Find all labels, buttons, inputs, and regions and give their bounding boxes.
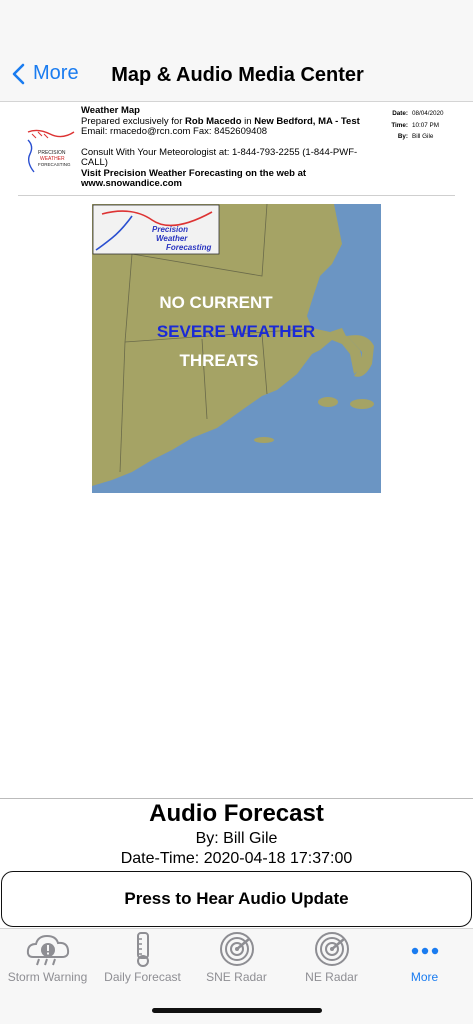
visit-line: Visit Precision Weather Forecasting on t… — [81, 167, 307, 189]
play-audio-button[interactable]: Press to Hear Audio Update — [1, 871, 472, 927]
map-message-line-2: SEVERE WEATHER — [157, 322, 315, 341]
tab-ne-radar-label: NE Radar — [305, 970, 358, 984]
audio-divider — [0, 798, 473, 799]
map-message-line-3: THREATS — [179, 351, 258, 370]
tab-storm-warning[interactable]: Storm Warning — [0, 931, 95, 987]
map-logo-text-1: Precision — [152, 225, 188, 234]
tab-daily-forecast[interactable]: Daily Forecast — [95, 931, 190, 987]
audio-datetime: Date-Time: 2020-04-18 17:37:00 — [120, 850, 353, 867]
tab-sne-radar[interactable]: SNE Radar — [189, 931, 284, 987]
tab-ne-radar[interactable]: NE Radar — [284, 931, 379, 987]
report-header: PRECISION WEATHER FORECASTING Weather Ma… — [18, 104, 455, 196]
map-logo-text-3: Forecasting — [166, 243, 211, 252]
home-indicator — [152, 1008, 322, 1013]
report-date: 08/04/2020 — [412, 110, 444, 117]
audio-title: Audio Forecast — [149, 800, 324, 827]
tab-more-label: More — [410, 970, 439, 984]
report-info: Weather Map Prepared exclusively for Rob… — [81, 105, 381, 190]
tab-sne-radar-label: SNE Radar — [206, 970, 267, 984]
page-title: Map & Audio Media Center — [111, 64, 364, 86]
email-line: Email: rmacedo@rcn.com Fax: 8452609408 — [81, 126, 268, 137]
radar-icon — [219, 932, 254, 966]
svg-text:FORECASTING: FORECASTING — [38, 162, 71, 167]
storm-warning-icon — [26, 934, 69, 966]
navigation-bar: More Map & Audio Media Center — [0, 0, 473, 102]
thermometer-icon — [136, 932, 149, 967]
consult-line: Consult With Your Meteorologist at: 1-84… — [81, 146, 358, 168]
map-message-line-1: NO CURRENT — [159, 293, 273, 312]
report-meta: Date: 08/04/2020 Time: 10:07 PM By: Bill Gi… — [386, 108, 444, 143]
map-logo-text-2: Weather — [156, 234, 188, 243]
tab-more[interactable]: More — [377, 931, 472, 987]
audio-author: By: Bill Gile — [195, 830, 278, 847]
media-content: PRECISION WEATHER FORECASTING Weather Ma… — [0, 102, 473, 798]
report-time: 10:07 PM — [412, 121, 439, 129]
tab-daily-forecast-label: Daily Forecast — [104, 970, 181, 984]
weather-map: Precision Weather Forecasting NO CURRENT… — [92, 204, 381, 493]
tab-storm-warning-label: Storm Warning — [7, 970, 88, 984]
more-dots-icon — [411, 947, 438, 955]
company-logo: PRECISION WEATHER FORECASTING — [24, 124, 76, 176]
radar-icon — [314, 932, 349, 966]
report-author: Bill Gile — [412, 133, 434, 140]
